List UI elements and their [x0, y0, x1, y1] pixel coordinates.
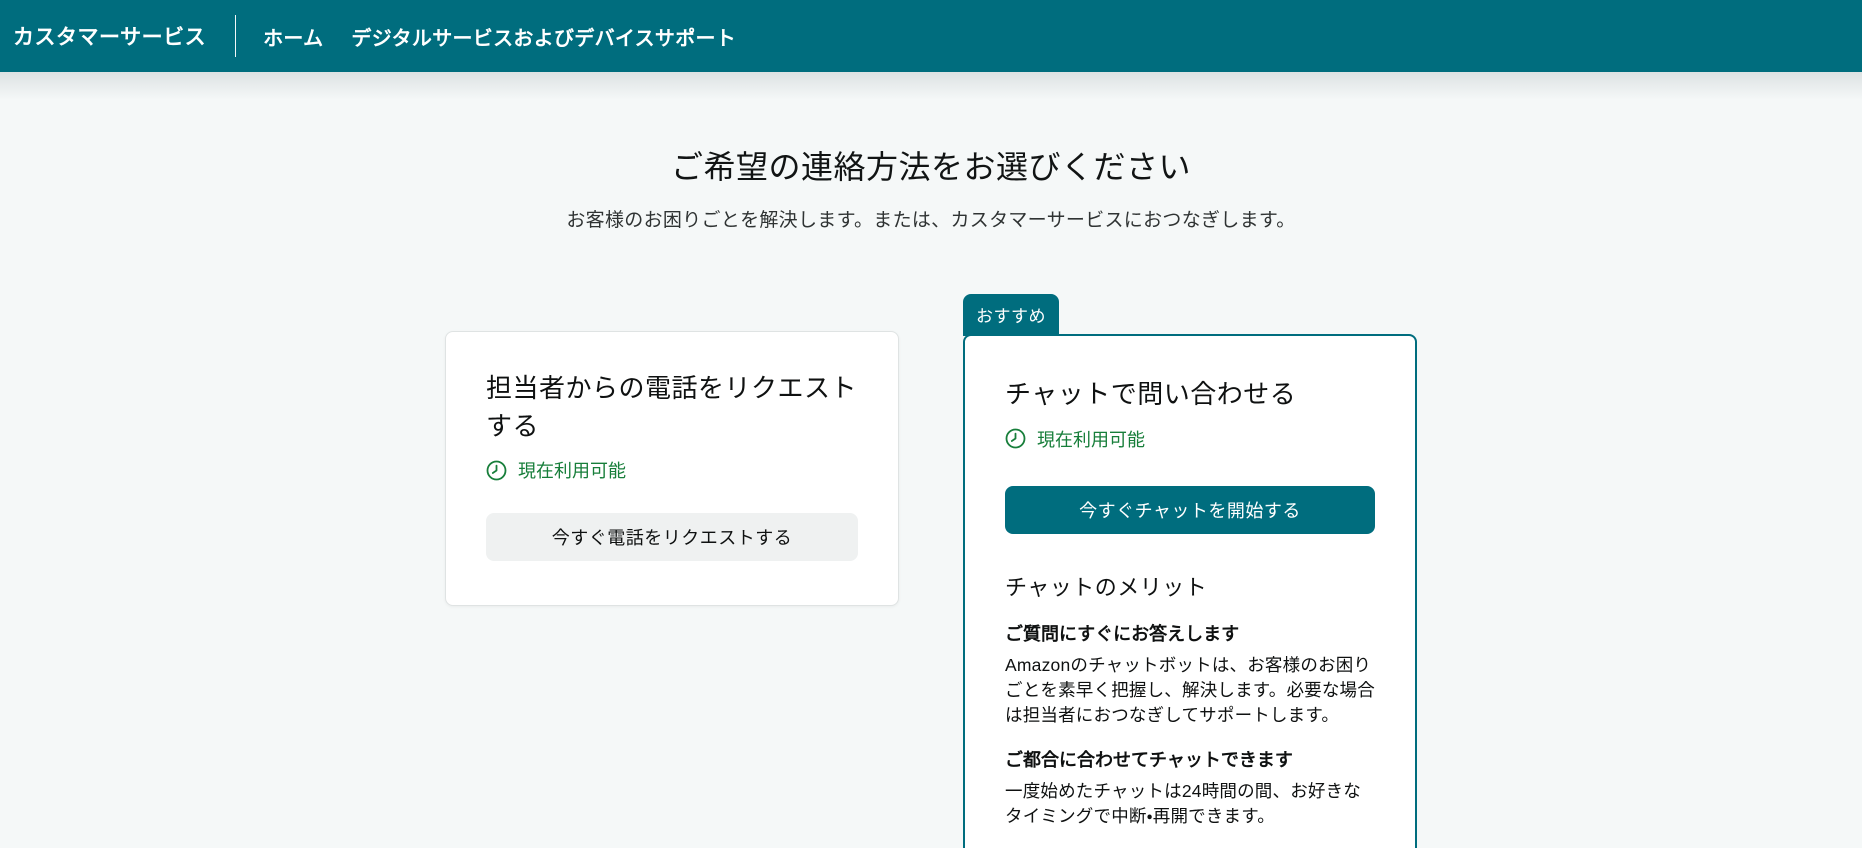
- phone-card-title: 担当者からの電話をリクエストする: [486, 373, 858, 441]
- clock-icon: [486, 460, 507, 481]
- recommended-badge: おすすめ: [963, 294, 1059, 336]
- request-call-button[interactable]: 今すぐ電話をリクエストする: [486, 513, 858, 562]
- benefit-heading: ご都合に合わせてチャットできます: [1005, 749, 1293, 770]
- phone-request-card: 担当者からの電話をリクエストする 現在利用可能 今すぐ電話をリクエストする: [445, 331, 899, 607]
- chat-card: チャットで問い合わせる 現在利用可能 今すぐチャットを開始する チャットのメリッ…: [963, 334, 1417, 848]
- chat-benefit-item: ご都合に合わせてチャットできます 一度始めたチャットは24時間の間、お好きなタイ…: [1005, 746, 1375, 829]
- benefit-body: 一度始めたチャットは24時間の間、お好きなタイミングで中断・再開できます。: [1005, 780, 1361, 826]
- page-title: ご希望の連絡方法をお選びください: [670, 149, 1191, 185]
- start-chat-button[interactable]: 今すぐチャットを開始する: [1005, 485, 1375, 534]
- benefit-body: Amazonのチャットボットは、お客様のお困りごとを素早く把握し、解決します。必…: [1005, 654, 1375, 725]
- chat-availability: 現在利用可能: [1005, 426, 1375, 452]
- chat-benefit-item: ご質問にすぐにお答えします Amazonのチャットボットは、お客様のお困りごとを…: [1005, 620, 1375, 728]
- header-shadow: [0, 72, 1862, 100]
- nav-item-digital-device-support[interactable]: デジタルサービスおよびデバイスサポート: [351, 22, 736, 51]
- nav-divider: [235, 15, 237, 57]
- main-content: ご希望の連絡方法をお選びください お客様のお困りごとを解決します。または、カスタ…: [0, 142, 1862, 848]
- chat-card-title: チャットで問い合わせる: [1005, 379, 1297, 409]
- benefit-heading: ご質問にすぐにお答えします: [1005, 623, 1240, 644]
- phone-availability-text: 現在利用可能: [518, 461, 626, 482]
- chat-availability-text: 現在利用可能: [1037, 429, 1145, 450]
- nav-item-home[interactable]: ホーム: [263, 22, 323, 51]
- chat-card-wrapper: おすすめ チャットで問い合わせる 現在利用可能 今すぐチャットを開始する チャッ…: [963, 294, 1417, 848]
- brand-customer-service[interactable]: カスタマーサービス: [13, 21, 206, 51]
- clock-icon: [1005, 428, 1026, 449]
- top-nav: ホーム デジタルサービスおよびデバイスサポート: [263, 22, 736, 51]
- chat-benefits-title: チャットのメリット: [1005, 574, 1208, 600]
- contact-options: 担当者からの電話をリクエストする 現在利用可能 今すぐ電話をリクエストする おす…: [0, 294, 1862, 848]
- top-nav-bar: カスタマーサービス ホーム デジタルサービスおよびデバイスサポート: [0, 0, 1862, 72]
- phone-availability: 現在利用可能: [486, 457, 858, 483]
- page-subtitle: お客様のお困りごとを解決します。または、カスタマーサービスにおつなぎします。: [566, 210, 1296, 231]
